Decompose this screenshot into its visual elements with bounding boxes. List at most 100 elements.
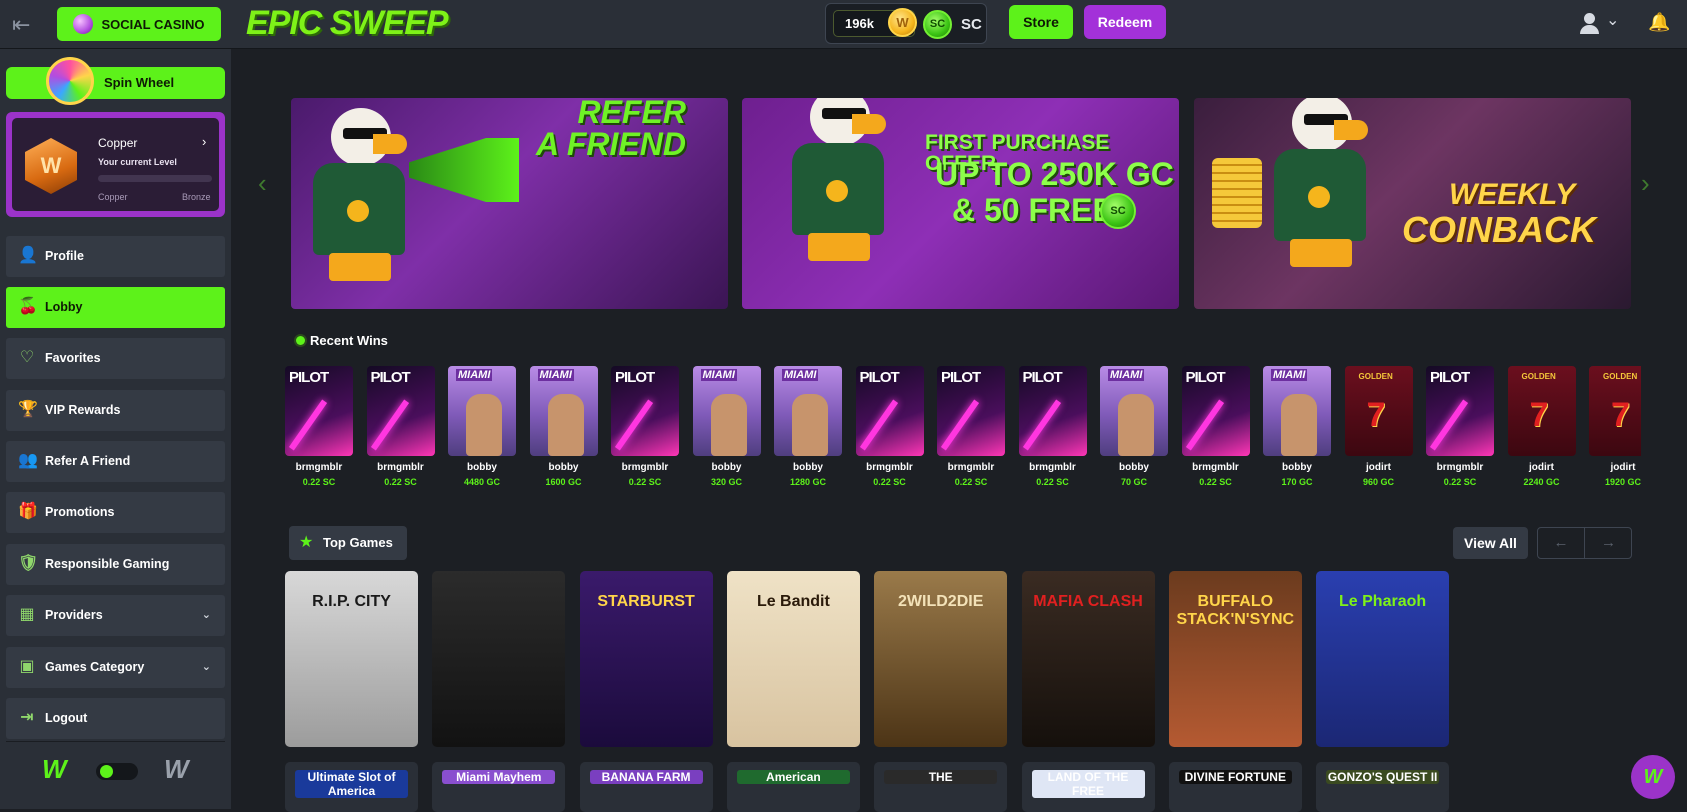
logo[interactable]: EPIC SWEEP xyxy=(246,4,449,43)
game-thumbnail[interactable]: MIAMI xyxy=(774,366,842,456)
game-card[interactable]: BUFFALO STACK'N'SYNC xyxy=(1168,571,1302,747)
game-card[interactable]: Le Bandit xyxy=(726,571,860,747)
carousel-prev-icon[interactable]: ‹ xyxy=(258,168,267,199)
recent-win-item[interactable]: PILOT brmgmblr 0.22 SC xyxy=(285,366,353,487)
sidebar-item-games-category[interactable]: ▣ Games Category ⌄ xyxy=(6,647,225,688)
level-badge-icon: W xyxy=(25,138,77,194)
gold-coin-icon[interactable]: W xyxy=(888,8,917,37)
game-card[interactable]: THE xyxy=(874,762,1008,812)
sidebar-item-label: Refer A Friend xyxy=(45,454,131,468)
game-thumbnail[interactable]: MIAMI xyxy=(529,366,598,456)
user-menu[interactable]: ⌄ xyxy=(1578,10,1628,36)
sweep-coin-icon[interactable]: SC xyxy=(923,10,952,39)
recent-win-item[interactable]: PILOT brmgmblr 0.22 SC xyxy=(1181,366,1250,487)
social-casino-button[interactable]: SOCIAL CASINO xyxy=(57,7,221,41)
sidebar-item-responsible-gaming[interactable]: 🛡 Responsible Gaming xyxy=(6,544,225,585)
recent-win-item[interactable]: GOLDEN 7 jodirt 1920 GC xyxy=(1589,366,1641,487)
game-thumbnail[interactable]: PILOT xyxy=(855,366,924,456)
win-amount: 1600 GC xyxy=(545,477,582,487)
game-card[interactable]: STARBURST xyxy=(579,571,713,747)
sidebar-item-profile[interactable]: 👤 Profile xyxy=(6,236,225,277)
game-title: 2WILD2DIE xyxy=(898,593,984,610)
sidebar-item-logout[interactable]: ⇥ Logout xyxy=(6,698,225,739)
game-thumbnail[interactable]: PILOT xyxy=(1018,366,1087,456)
view-all-button[interactable]: View All xyxy=(1453,527,1528,559)
game-thumbnail[interactable]: MIAMI xyxy=(448,366,516,456)
sidebar-item-providers[interactable]: ▦ Providers ⌄ xyxy=(6,595,225,636)
game-card[interactable]: R.I.P. CITY xyxy=(285,571,418,747)
layers-icon: ▦ xyxy=(19,606,35,623)
level-to: Bronze xyxy=(182,192,211,202)
theme-toggle[interactable] xyxy=(96,763,138,780)
recent-win-item[interactable]: PILOT brmgmblr 0.22 SC xyxy=(366,366,435,487)
recent-win-item[interactable]: MIAMI bobby 1600 GC xyxy=(529,366,598,487)
collapse-sidebar-icon[interactable]: ⇤ xyxy=(12,14,38,36)
carousel-next-icon[interactable]: › xyxy=(1641,168,1650,199)
sidebar-item-refer-a-friend[interactable]: 👥 Refer A Friend xyxy=(6,441,225,482)
recent-win-item[interactable]: PILOT brmgmblr 0.22 SC xyxy=(611,366,679,487)
recent-win-item[interactable]: GOLDEN 7 jodirt 2240 GC xyxy=(1507,366,1576,487)
game-thumbnail[interactable]: MIAMI xyxy=(1100,366,1168,456)
spin-wheel-label: Spin Wheel xyxy=(104,75,175,90)
game-thumbnail[interactable]: MIAMI xyxy=(692,366,761,456)
game-card[interactable]: Le Pharaoh xyxy=(1316,571,1450,747)
recent-win-item[interactable]: PILOT brmgmblr 0.22 SC xyxy=(1018,366,1087,487)
sidebar-item-promotions[interactable]: 🎁 Promotions xyxy=(6,492,225,533)
spin-wheel-button[interactable]: Spin Wheel xyxy=(6,57,225,105)
level-card[interactable]: W Copper › Your current Level Copper Bro… xyxy=(6,112,225,217)
recent-win-item[interactable]: PILOT brmgmblr 0.22 SC xyxy=(1426,366,1494,487)
game-card[interactable]: Miami Mayhem xyxy=(432,762,566,812)
recent-win-item[interactable]: MIAMI bobby 4480 GC xyxy=(448,366,516,487)
first-purchase-banner[interactable]: FIRST PURCHASE OFFER UP TO 250K GC & 50 … xyxy=(742,98,1179,309)
game-thumbnail-label: MIAMI xyxy=(782,369,819,381)
recent-win-item[interactable]: MIAMI bobby 320 GC xyxy=(692,366,761,487)
eagle-legs xyxy=(329,253,391,281)
w-chat-button[interactable]: W xyxy=(1631,755,1675,799)
sidebar-item-lobby[interactable]: 🍒 Lobby xyxy=(6,287,225,328)
game-thumbnail[interactable]: GOLDEN 7 xyxy=(1507,366,1576,456)
sidebar-item-favorites[interactable]: ♡ Favorites xyxy=(6,338,225,379)
game-thumbnail[interactable]: MIAMI xyxy=(1263,366,1331,456)
cherries-icon: 🍒 xyxy=(18,298,38,315)
recent-win-item[interactable]: PILOT brmgmblr 0.22 SC xyxy=(855,366,924,487)
game-thumbnail[interactable]: PILOT xyxy=(611,366,679,456)
redeem-button[interactable]: Redeem xyxy=(1084,5,1166,39)
game-thumbnail[interactable]: GOLDEN 7 xyxy=(1589,366,1641,456)
game-card[interactable]: MAFIA CLASH xyxy=(1021,571,1155,747)
game-thumbnail[interactable]: PILOT xyxy=(937,366,1005,456)
game-card[interactable]: BANANA FARM xyxy=(579,762,713,812)
weekly-coinback-banner[interactable]: WEEKLY COINBACK xyxy=(1194,98,1631,309)
prev-page-button[interactable]: ← xyxy=(1538,528,1585,558)
win-amount: 0.22 SC xyxy=(1036,477,1069,487)
recent-win-item[interactable]: MIAMI bobby 1280 GC xyxy=(774,366,842,487)
game-thumbnail[interactable]: PILOT xyxy=(1426,366,1494,456)
game-card[interactable]: LAND OF THE FREE xyxy=(1021,762,1155,812)
game-thumbnail[interactable]: PILOT xyxy=(1181,366,1250,456)
next-page-button[interactable]: → xyxy=(1585,528,1632,558)
user-icon-body xyxy=(1580,25,1599,34)
game-thumbnail[interactable]: PILOT xyxy=(285,366,353,456)
game-card[interactable] xyxy=(432,571,566,747)
game-thumbnail[interactable]: GOLDEN 7 xyxy=(1344,366,1413,456)
store-button[interactable]: Store xyxy=(1009,5,1073,39)
game-thumbnail[interactable]: PILOT xyxy=(366,366,435,456)
game-card[interactable]: DIVINE FORTUNE xyxy=(1168,762,1302,812)
bell-icon[interactable]: 🔔 xyxy=(1648,12,1670,32)
chevron-right-icon[interactable]: › xyxy=(202,134,206,149)
recent-win-item[interactable]: PILOT brmgmblr 0.22 SC xyxy=(937,366,1005,487)
refer-a-friend-banner[interactable]: REFER A FRIEND xyxy=(291,98,728,309)
game-card[interactable]: GONZO'S QUEST II xyxy=(1316,762,1450,812)
win-username: brmgmblr xyxy=(947,462,995,473)
sidebar-item-label: Providers xyxy=(45,608,103,622)
game-card[interactable]: American xyxy=(726,762,860,812)
recent-win-item[interactable]: MIAMI bobby 70 GC xyxy=(1100,366,1168,487)
game-card[interactable]: Ultimate Slot of America xyxy=(285,762,418,812)
w-logo-grey-icon[interactable]: W xyxy=(164,754,189,785)
recent-win-item[interactable]: MIAMI bobby 170 GC xyxy=(1263,366,1331,487)
game-card[interactable]: 2WILD2DIE xyxy=(874,571,1008,747)
balance-widget[interactable]: 196k W SC SC xyxy=(825,3,987,44)
w-logo-green-icon[interactable]: W xyxy=(42,754,67,785)
sidebar-item-vip-rewards[interactable]: 🏆 VIP Rewards xyxy=(6,390,225,431)
game-thumbnail-label: MIAMI xyxy=(1271,369,1308,381)
recent-win-item[interactable]: GOLDEN 7 jodirt 960 GC xyxy=(1344,366,1413,487)
